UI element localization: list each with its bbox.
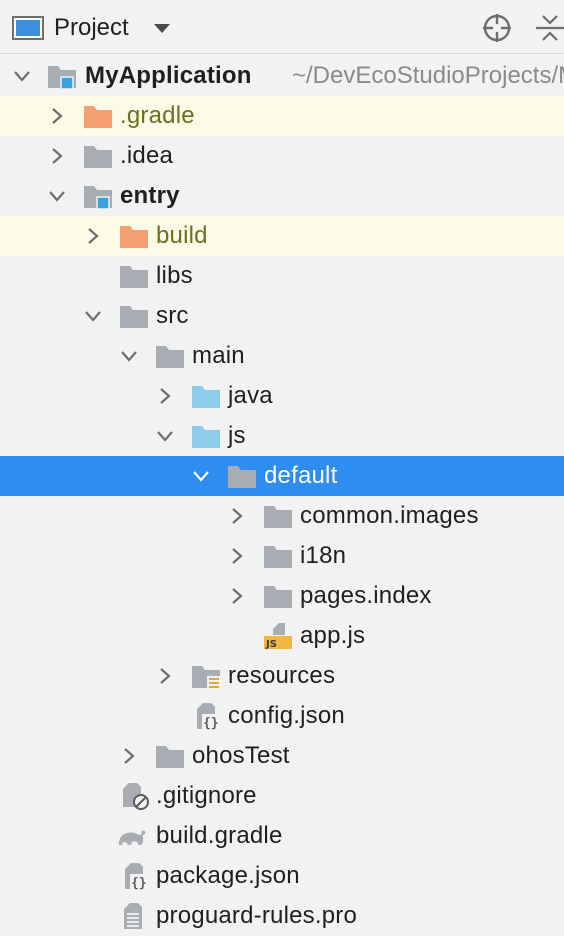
tree-label: proguard-rules.pro: [156, 902, 358, 929]
tree-label: MyApplication: [85, 62, 252, 89]
tree-row-ohostest[interactable]: ohosTest: [0, 736, 564, 776]
folder-icon: [264, 586, 292, 608]
json-file-icon: {}: [125, 863, 148, 890]
project-tool-window: Project MyApplication ~/DevEcoStudioProj…: [0, 0, 564, 936]
excluded-folder-icon: [84, 106, 112, 128]
folder-icon: [120, 306, 148, 328]
tree-row-gradle-dir[interactable]: .gradle: [0, 96, 564, 136]
tree-label: .gradle: [120, 102, 195, 129]
js-file-icon: JS: [264, 623, 292, 650]
svg-text:{}: {}: [203, 716, 219, 730]
folder-icon: [264, 546, 292, 568]
tree-label: resources: [228, 662, 336, 689]
tree-row-proguard-rules[interactable]: proguard-rules.pro: [0, 896, 564, 936]
crosshair-icon[interactable]: [481, 12, 513, 44]
chevron-down-icon[interactable]: [83, 306, 103, 326]
json-file-icon: {}: [197, 703, 220, 730]
svg-text:JS: JS: [265, 639, 277, 650]
tree-row-build-gradle[interactable]: build.gradle: [0, 816, 564, 856]
chevron-down-icon[interactable]: [12, 66, 32, 86]
tree-row-gitignore[interactable]: .gitignore: [0, 776, 564, 816]
tree-label: .gitignore: [156, 782, 257, 809]
tree-row-resources[interactable]: resources: [0, 656, 564, 696]
tree-label: .idea: [120, 142, 174, 169]
tree-label: ohosTest: [192, 742, 290, 769]
ignored-file-icon: [123, 783, 149, 810]
tree-row-idea[interactable]: .idea: [0, 136, 564, 176]
tree-label: build.gradle: [156, 822, 283, 849]
text-file-icon: [124, 903, 142, 929]
folder-icon: [228, 466, 256, 488]
chevron-right-icon[interactable]: [227, 546, 247, 566]
tree-label: main: [192, 342, 245, 369]
tree-row-pages-index[interactable]: pages.index: [0, 576, 564, 616]
project-tree: MyApplication ~/DevEcoStudioProjects/MyA…: [0, 56, 564, 936]
chevron-down-icon[interactable]: [47, 186, 67, 206]
tree-row-default[interactable]: default: [0, 456, 564, 496]
chevron-right-icon[interactable]: [119, 746, 139, 766]
tree-row-java[interactable]: java: [0, 376, 564, 416]
tree-row-src[interactable]: src: [0, 296, 564, 336]
chevron-right-icon[interactable]: [83, 226, 103, 246]
tree-label: libs: [156, 262, 193, 289]
tree-label: entry: [120, 182, 180, 209]
project-path: ~/DevEcoStudioProjects/MyApplication: [292, 62, 564, 89]
chevron-right-icon[interactable]: [155, 386, 175, 406]
chevron-down-icon[interactable]: [153, 22, 171, 34]
tree-label: js: [228, 422, 246, 449]
tree-label: build: [156, 222, 208, 249]
tree-label: i18n: [300, 542, 347, 569]
chevron-down-icon[interactable]: [191, 466, 211, 486]
source-folder-icon: [192, 386, 220, 408]
project-view-icon[interactable]: [12, 14, 44, 42]
tree-label: pages.index: [300, 582, 432, 609]
resources-folder-icon: [192, 666, 220, 689]
chevron-right-icon[interactable]: [47, 146, 67, 166]
folder-icon: [264, 506, 292, 528]
tree-row-config-json[interactable]: {} config.json: [0, 696, 564, 736]
tree-row-js[interactable]: js: [0, 416, 564, 456]
project-view-title[interactable]: Project: [54, 14, 129, 42]
source-folder-icon: [192, 426, 220, 448]
tree-label: src: [156, 302, 189, 329]
chevron-down-icon[interactable]: [119, 346, 139, 366]
collapse-all-icon[interactable]: [534, 12, 564, 44]
tree-row-app-js[interactable]: JS app.js: [0, 616, 564, 656]
tree-label: common.images: [300, 502, 479, 529]
chevron-right-icon[interactable]: [227, 506, 247, 526]
tree-row-entry[interactable]: entry: [0, 176, 564, 216]
folder-icon: [156, 746, 184, 768]
tree-label: java: [228, 382, 273, 409]
tree-row-myapplication[interactable]: MyApplication ~/DevEcoStudioProjects/MyA…: [0, 56, 564, 96]
tree-row-i18n[interactable]: i18n: [0, 536, 564, 576]
tree-row-build-dir[interactable]: build: [0, 216, 564, 256]
excluded-folder-icon: [120, 226, 148, 248]
tree-label: config.json: [228, 702, 345, 729]
chevron-right-icon[interactable]: [47, 106, 67, 126]
chevron-down-icon[interactable]: [155, 426, 175, 446]
project-header: Project: [0, 0, 564, 54]
chevron-right-icon[interactable]: [155, 666, 175, 686]
tree-label: package.json: [156, 862, 300, 889]
module-folder-icon: [48, 66, 76, 90]
tree-row-package-json[interactable]: {} package.json: [0, 856, 564, 896]
folder-icon: [84, 146, 112, 168]
folder-icon: [120, 266, 148, 288]
tree-label: app.js: [300, 622, 366, 649]
tree-row-common-images[interactable]: common.images: [0, 496, 564, 536]
chevron-right-icon[interactable]: [227, 586, 247, 606]
tree-row-main[interactable]: main: [0, 336, 564, 376]
folder-icon: [156, 346, 184, 368]
tree-row-libs[interactable]: libs: [0, 256, 564, 296]
module-folder-icon: [84, 186, 112, 210]
gradle-file-icon: [118, 830, 146, 845]
svg-text:{}: {}: [131, 876, 147, 890]
tree-label: default: [264, 462, 338, 489]
